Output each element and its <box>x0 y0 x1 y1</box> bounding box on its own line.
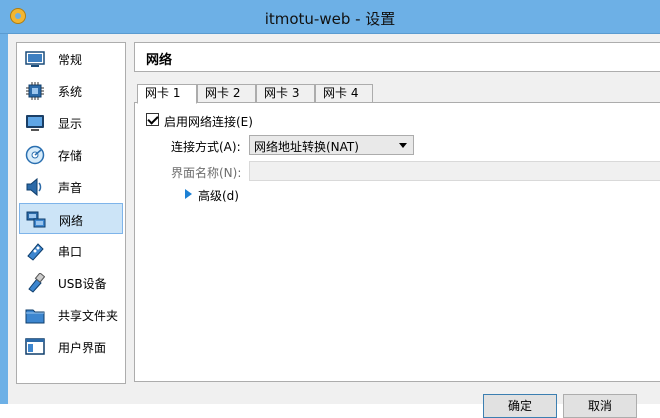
sidebar-item-network[interactable]: 网络 <box>19 203 123 234</box>
general-icon <box>25 51 45 67</box>
settings-sidebar: 常规 系统 显示 存储 声音 网络 串口 USB设备 共享文件夹 用户界面 <box>16 42 126 384</box>
chevron-down-icon <box>399 143 407 148</box>
sidebar-item-display[interactable]: 显示 <box>19 107 123 138</box>
shared-folder-icon <box>25 309 45 324</box>
tab-adapter-1[interactable]: 网卡 1 <box>137 84 197 104</box>
advanced-toggle[interactable]: 高级(d) <box>198 187 239 204</box>
sidebar-item-label: USB设备 <box>58 277 107 291</box>
ok-button[interactable]: 确定 <box>483 394 557 418</box>
serial-port-icon <box>27 243 44 261</box>
sidebar-item-label: 存储 <box>58 149 83 163</box>
attached-to-label: 连接方式(A): <box>171 140 241 154</box>
sidebar-item-label: 声音 <box>58 181 83 195</box>
user-interface-icon <box>25 338 45 355</box>
sidebar-item-label: 系统 <box>58 85 83 99</box>
sidebar-item-serial[interactable]: 串口 <box>19 235 123 266</box>
tab-adapter-3[interactable]: 网卡 3 <box>256 84 315 103</box>
audio-speaker-icon <box>26 177 42 197</box>
title-bar: itmotu-web - 设置 <box>0 0 660 34</box>
interface-name-label: 界面名称(N): <box>171 166 242 180</box>
window-frame <box>0 34 8 404</box>
sidebar-item-user-interface[interactable]: 用户界面 <box>19 331 123 362</box>
enable-adapter-label: 启用网络连接(E) <box>164 115 253 129</box>
cancel-button[interactable]: 取消 <box>563 394 637 418</box>
page-title: 网络 <box>146 53 173 68</box>
interface-name-field <box>249 161 660 181</box>
system-chip-icon <box>26 82 44 100</box>
display-monitor-icon <box>26 115 44 131</box>
window-title: itmotu-web - 设置 <box>264 10 396 28</box>
sidebar-item-usb[interactable]: USB设备 <box>19 267 123 298</box>
sidebar-item-label: 用户界面 <box>58 341 107 355</box>
page-title-box: 网络 <box>134 42 660 72</box>
tab-adapter-4[interactable]: 网卡 4 <box>315 84 373 103</box>
sidebar-item-label: 显示 <box>58 117 83 131</box>
usb-icon <box>28 273 45 293</box>
sidebar-item-label: 网络 <box>59 214 84 228</box>
sidebar-item-label: 共享文件夹 <box>58 309 119 323</box>
sidebar-item-storage[interactable]: 存储 <box>19 139 123 170</box>
sidebar-item-label: 串口 <box>58 245 83 259</box>
sidebar-item-shared-folders[interactable]: 共享文件夹 <box>19 299 123 330</box>
attached-to-value: 网络地址转换(NAT) <box>254 140 359 154</box>
storage-disk-icon <box>25 145 45 165</box>
expand-triangle-icon[interactable] <box>185 189 192 199</box>
attached-to-select[interactable]: 网络地址转换(NAT) <box>249 135 414 155</box>
sidebar-item-system[interactable]: 系统 <box>19 75 123 106</box>
sidebar-item-general[interactable]: 常规 <box>19 43 123 74</box>
enable-adapter-checkbox[interactable] <box>146 113 159 126</box>
sidebar-item-label: 常规 <box>58 53 83 67</box>
sidebar-item-audio[interactable]: 声音 <box>19 171 123 202</box>
network-icon <box>26 211 46 228</box>
tab-adapter-2[interactable]: 网卡 2 <box>197 84 256 103</box>
